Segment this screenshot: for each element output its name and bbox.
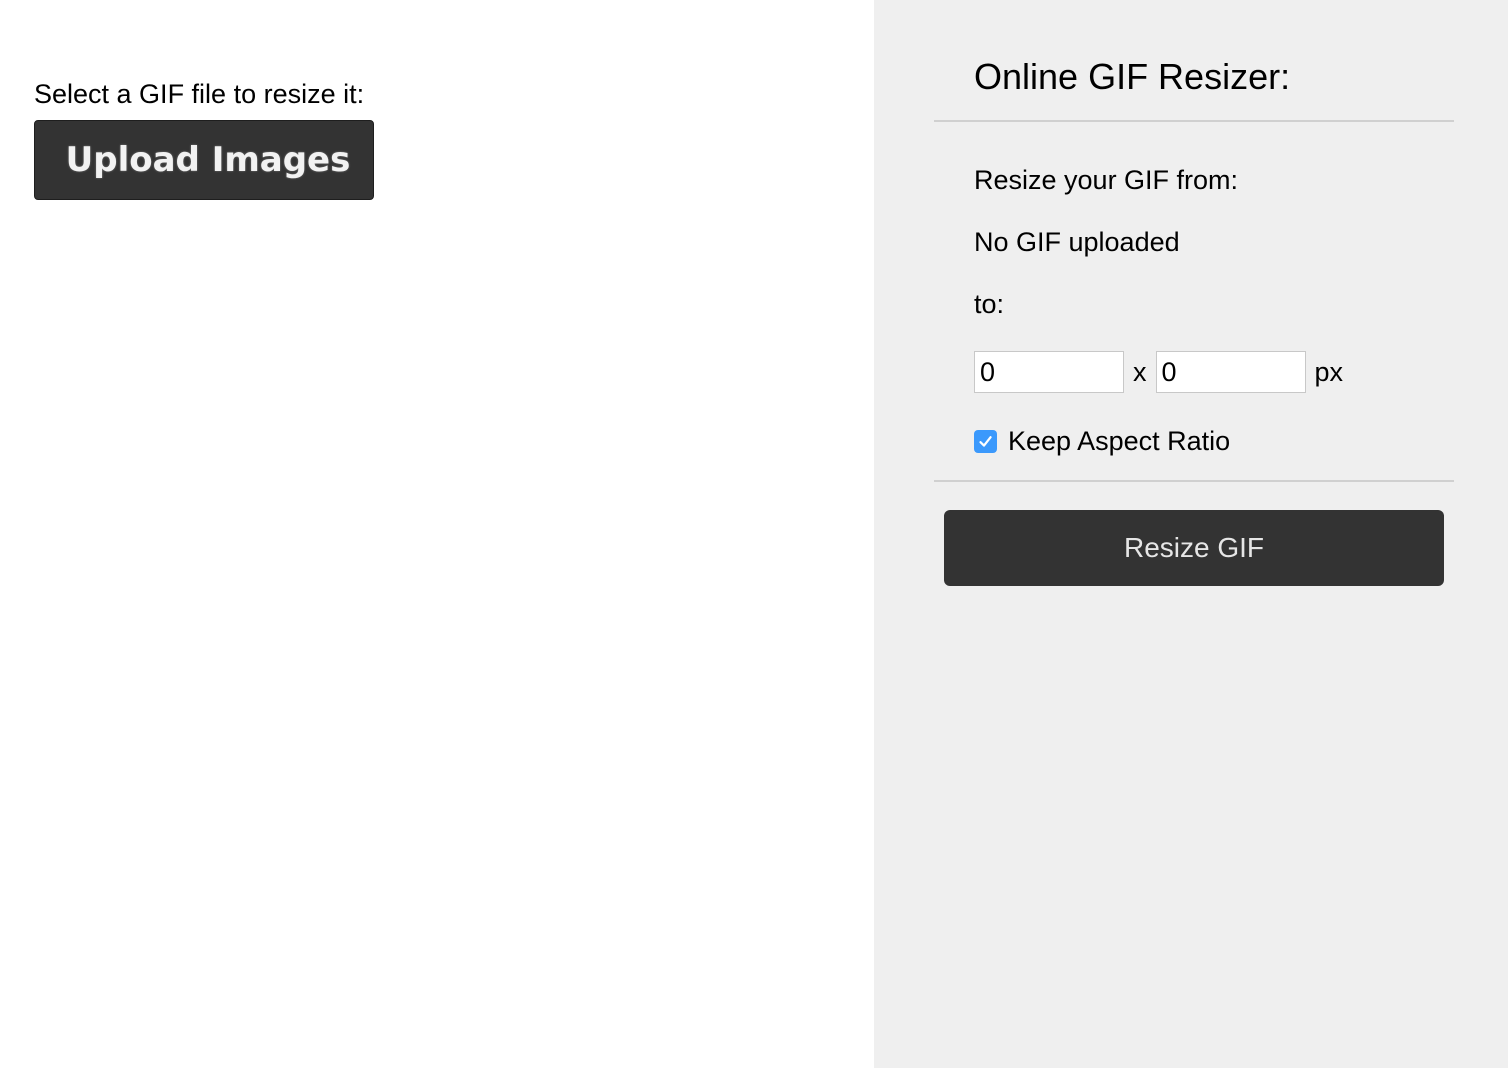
resize-gif-button[interactable]: Resize GIF <box>944 510 1444 586</box>
resizer-panel: Online GIF Resizer: Resize your GIF from… <box>874 0 1508 1068</box>
times-sign: x <box>1133 356 1147 387</box>
to-label: to: <box>974 289 1005 319</box>
unit-label: px <box>1314 356 1344 387</box>
panel-title: Online GIF Resizer: <box>974 56 1291 97</box>
divider-top <box>934 120 1454 122</box>
height-input[interactable] <box>1155 351 1306 393</box>
upload-images-button[interactable]: Upload Images <box>34 120 374 200</box>
gif-resizer-page: Select a GIF file to resize it: Upload I… <box>0 0 1508 1068</box>
target-size-row: x px <box>974 351 1343 393</box>
keep-aspect-ratio-label[interactable]: Keep Aspect Ratio <box>1008 426 1230 457</box>
keep-aspect-ratio-row[interactable]: Keep Aspect Ratio <box>974 424 1230 458</box>
resize-from-label: Resize your GIF from: <box>974 165 1239 195</box>
divider-bottom <box>934 480 1454 482</box>
checkmark-icon <box>979 435 992 447</box>
keep-aspect-ratio-checkbox[interactable] <box>974 429 997 453</box>
width-input[interactable] <box>974 351 1124 393</box>
upload-panel: Select a GIF file to resize it: Upload I… <box>0 0 874 1068</box>
current-size-text: No GIF uploaded <box>974 227 1180 257</box>
upload-instruction: Select a GIF file to resize it: <box>34 79 365 109</box>
